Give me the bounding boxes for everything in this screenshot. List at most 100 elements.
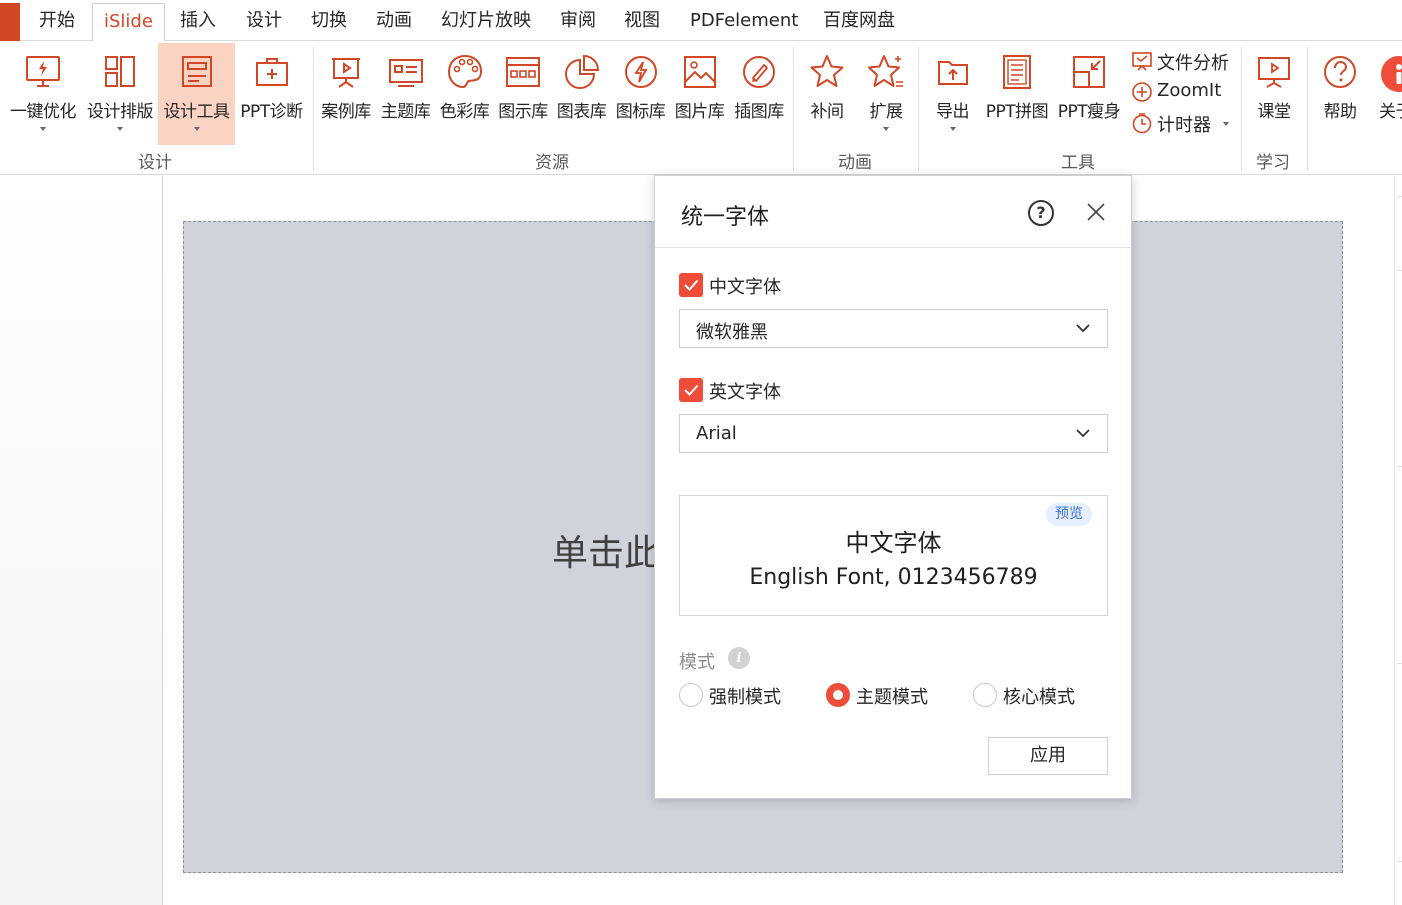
chevron-down-icon: [193, 127, 200, 131]
diagram-grid-icon: [506, 57, 540, 87]
theme-library-button[interactable]: 主题库: [376, 43, 435, 145]
ribbon-button-label: PPT诊断: [240, 102, 303, 122]
tab-pdfelement[interactable]: PDFelement: [690, 0, 798, 41]
lightning-circle-icon: [624, 56, 657, 88]
chinese-font-checkbox[interactable]: 中文字体: [679, 272, 819, 298]
diagram-library-button[interactable]: 图示库: [494, 43, 552, 145]
vertical-scrollbar[interactable]: [1394, 176, 1402, 905]
classroom-button[interactable]: 课堂: [1246, 43, 1302, 145]
mode-option-label: 主题模式: [856, 687, 928, 708]
ribbon-button-label: 插图库: [734, 102, 784, 122]
scroll-tick: [1397, 196, 1402, 197]
english-font-select[interactable]: Arial: [679, 414, 1108, 453]
ribbon-button-label: 主题库: [380, 102, 431, 122]
group-divider: [313, 47, 314, 171]
file-analysis-icon: [1132, 52, 1152, 71]
tab-insert[interactable]: 插入: [180, 0, 216, 41]
export-button[interactable]: 导出: [925, 43, 980, 145]
illustration-library-button[interactable]: 插图库: [729, 43, 789, 145]
ribbon-button-label: 设计工具: [163, 102, 231, 122]
group-label-learn: 学习: [1256, 153, 1290, 173]
ppt-collage-button[interactable]: PPT拼图: [981, 43, 1053, 145]
timer-label: 计时器: [1157, 115, 1211, 136]
ppt-diagnosis-button[interactable]: PPT诊断: [235, 43, 308, 145]
color-library-button[interactable]: 色彩库: [435, 43, 494, 145]
mode-option-force[interactable]: 强制模式: [679, 682, 789, 708]
icon-library-button[interactable]: 图标库: [611, 43, 670, 145]
export-icon: [937, 61, 968, 85]
tab-transitions[interactable]: 切换: [311, 0, 347, 41]
ribbon-button-label: 导出: [936, 102, 970, 122]
star-sparkle-icon: [868, 55, 903, 87]
ribbon-button-label: 图表库: [556, 102, 607, 122]
ribbon-tab-bar: 开始 iSlide 插入 设计 切换 动画 幻灯片放映 审阅 视图 PDFele…: [0, 0, 1402, 42]
tab-animations[interactable]: 动画: [376, 0, 412, 41]
file-analysis-button[interactable]: 文件分析: [1131, 47, 1236, 75]
chevron-down-icon: [1223, 122, 1229, 126]
english-font-checkbox[interactable]: 英文字体: [679, 377, 819, 403]
close-icon[interactable]: [1085, 201, 1107, 223]
zoomit-label: ZoomIt: [1157, 80, 1222, 101]
extend-button[interactable]: 扩展: [857, 43, 915, 145]
tween-button[interactable]: 补间: [797, 43, 857, 145]
scroll-tick: [1397, 861, 1402, 862]
picture-library-button[interactable]: 图片库: [670, 43, 729, 145]
chart-library-button[interactable]: 图表库: [552, 43, 611, 145]
chinese-font-select[interactable]: 微软雅黑: [679, 309, 1108, 348]
ribbon-button-label: 帮助: [1323, 102, 1358, 122]
radio-button: [973, 683, 997, 707]
tab-review[interactable]: 审阅: [560, 0, 596, 41]
tab-islide[interactable]: iSlide: [92, 3, 165, 42]
design-tools-button[interactable]: 设计工具: [158, 43, 235, 145]
chevron-down-icon: [883, 127, 889, 131]
mode-option-theme[interactable]: 主题模式: [826, 682, 936, 708]
timer-icon: [1132, 113, 1152, 134]
font-preview-box: 预览 中文字体 English Font, 0123456789: [679, 495, 1108, 616]
timer-button[interactable]: 计时器: [1131, 109, 1236, 137]
color-palette-icon: [447, 54, 482, 89]
tab-view[interactable]: 视图: [624, 0, 660, 41]
help-icon[interactable]: ?: [1028, 200, 1054, 226]
app-file-tab[interactable]: [0, 3, 20, 41]
layout-columns-icon: [105, 56, 135, 87]
mode-option-label: 核心模式: [1003, 687, 1075, 708]
slide-thumbnail-pane[interactable]: [0, 176, 163, 905]
ribbon-button-label: 补间: [810, 102, 845, 122]
chevron-down-icon: [1076, 429, 1090, 438]
group-label-resources: 资源: [535, 153, 569, 173]
star-icon: [810, 55, 844, 87]
ribbon-button-label: 课堂: [1257, 102, 1292, 122]
group-label-animation: 动画: [838, 153, 872, 173]
zoomit-button[interactable]: ZoomIt: [1131, 78, 1236, 106]
english-font-value: Arial: [696, 423, 737, 444]
dialog-header: 统一字体 ?: [655, 176, 1131, 248]
file-analysis-label: 文件分析: [1157, 53, 1229, 74]
mode-option-core[interactable]: 核心模式: [973, 682, 1083, 708]
help-button[interactable]: 帮助: [1311, 43, 1369, 145]
help-circle-icon: [1324, 56, 1356, 88]
picture-icon: [683, 56, 716, 88]
group-divider: [793, 47, 794, 171]
ribbon-button-label: 一键优化: [10, 102, 77, 122]
tab-slideshow[interactable]: 幻灯片放映: [441, 0, 531, 41]
tab-baidu-netdisk[interactable]: 百度网盘: [823, 0, 895, 41]
design-layout-button[interactable]: 设计排版: [82, 43, 158, 145]
chevron-down-icon: [40, 127, 46, 131]
about-button[interactable]: 关于: [1371, 43, 1402, 145]
group-divider: [918, 47, 919, 171]
tab-home[interactable]: 开始: [39, 0, 75, 41]
apply-button[interactable]: 应用: [988, 737, 1108, 775]
case-library-button[interactable]: 案例库: [316, 43, 376, 145]
ribbon-button-label: 关于: [1379, 102, 1402, 122]
title-placeholder-text[interactable]: 单击此: [552, 524, 660, 576]
ribbon: 一键优化 设计排版 设计工具 PPT诊断 设计 案例库 主题库 色彩库 图示库 …: [0, 41, 1402, 175]
monitor-lightning-icon: [26, 56, 60, 87]
tab-design[interactable]: 设计: [246, 0, 282, 41]
one-click-optimize-button[interactable]: 一键优化: [4, 43, 82, 145]
info-icon[interactable]: i: [728, 647, 750, 669]
group-divider: [1307, 47, 1308, 171]
radio-button-selected: [826, 683, 850, 707]
ppt-slim-button[interactable]: PPT瘦身: [1053, 43, 1125, 145]
ribbon-button-label: 案例库: [321, 102, 371, 122]
pie-chart-icon: [564, 54, 599, 89]
